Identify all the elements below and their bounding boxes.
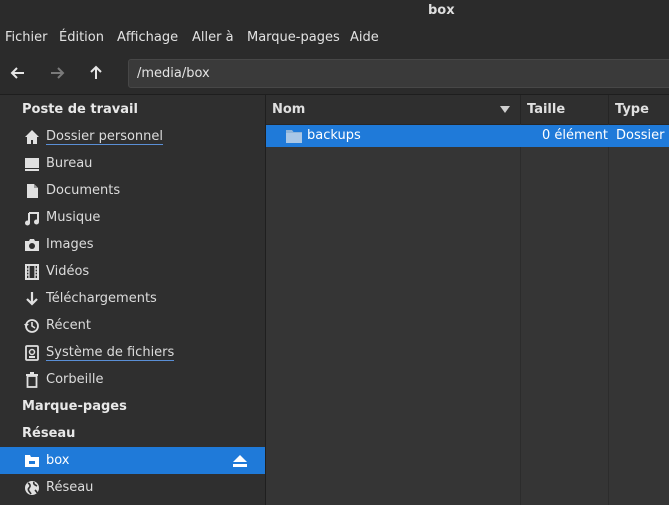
section-computer[interactable]: Poste de travail — [0, 96, 265, 123]
location-bar[interactable]: /media/box — [128, 59, 669, 88]
eject-icon[interactable] — [232, 454, 248, 468]
sidebar-item-network[interactable]: Réseau — [0, 474, 265, 501]
download-icon — [26, 292, 38, 306]
sidebar-item-label: Images — [46, 237, 94, 252]
document-icon — [27, 184, 38, 198]
sidebar-item-documents[interactable]: Documents — [0, 177, 265, 204]
menu-go[interactable]: Aller à — [192, 30, 234, 45]
sidebar-item-images[interactable]: Images — [0, 231, 265, 258]
folder-icon — [286, 130, 302, 143]
sidebar-item-filesystem[interactable]: Système de fichiers — [0, 339, 265, 366]
sidebar-item-label: box — [46, 453, 70, 468]
film-icon — [25, 264, 39, 280]
back-button[interactable] — [7, 62, 29, 84]
title-bar: box — [0, 0, 669, 24]
sidebar-item-box[interactable]: box — [0, 447, 265, 474]
sidebar-item-label: Musique — [46, 210, 101, 225]
sidebar-item-music[interactable]: Musique — [0, 204, 265, 231]
column-name[interactable]: Nom — [272, 102, 305, 117]
menu-file[interactable]: Fichier — [5, 30, 48, 45]
file-name: backups — [307, 128, 361, 143]
location-path: /media/box — [137, 66, 210, 81]
sidebar-item-label: Dossier personnel — [46, 129, 164, 145]
drive-icon — [25, 345, 39, 361]
sidebar-item-label: Corbeille — [46, 372, 104, 387]
network-drive-icon — [25, 455, 39, 467]
sort-descending-icon[interactable] — [500, 106, 510, 113]
column-size[interactable]: Taille — [527, 102, 565, 117]
file-type: Dossier — [616, 128, 665, 143]
table-row[interactable]: backups 0 élément Dossier — [266, 125, 669, 147]
menu-edit[interactable]: Édition — [59, 30, 104, 45]
menu-bar: Fichier Édition Affichage Aller à Marque… — [0, 24, 669, 52]
music-icon — [25, 212, 39, 226]
recent-icon — [24, 319, 39, 333]
sidebar-item-trash[interactable]: Corbeille — [0, 366, 265, 393]
sidebar-item-recent[interactable]: Récent — [0, 312, 265, 339]
sidebar: Poste de travail Dossier personnel Burea… — [0, 95, 266, 505]
column-divider — [608, 124, 609, 505]
sidebar-item-label: Téléchargements — [46, 291, 157, 306]
menu-bookmarks[interactable]: Marque-pages — [247, 30, 340, 45]
camera-icon — [25, 239, 39, 251]
section-label: Marque-pages — [22, 399, 127, 414]
trash-icon — [26, 372, 38, 388]
sidebar-item-videos[interactable]: Vidéos — [0, 258, 265, 285]
desktop-icon — [25, 158, 39, 171]
sidebar-item-label: Documents — [46, 183, 121, 198]
section-label: Poste de travail — [22, 102, 138, 117]
toolbar: /media/box — [0, 52, 669, 95]
column-divider[interactable] — [608, 95, 609, 124]
arrow-up-icon — [90, 65, 102, 79]
sidebar-item-downloads[interactable]: Téléchargements — [0, 285, 265, 312]
arrow-right-icon — [51, 67, 65, 79]
column-divider — [520, 124, 521, 505]
menu-view[interactable]: Affichage — [117, 30, 178, 45]
sidebar-item-label: Réseau — [46, 480, 94, 495]
column-type[interactable]: Type — [615, 102, 649, 117]
sidebar-item-home[interactable]: Dossier personnel — [0, 123, 265, 150]
column-headers: Nom Taille Type — [266, 95, 669, 125]
up-button[interactable] — [85, 62, 107, 84]
sidebar-item-label: Vidéos — [46, 264, 90, 279]
sidebar-item-label: Système de fichiers — [46, 345, 175, 361]
home-icon — [25, 130, 39, 144]
file-size: 0 élément — [542, 128, 609, 143]
section-bookmarks[interactable]: Marque-pages — [0, 393, 265, 420]
column-divider[interactable] — [520, 95, 521, 124]
file-view: Nom Taille Type backups 0 élément Dossie… — [266, 95, 669, 505]
arrow-left-icon — [10, 67, 24, 79]
section-network[interactable]: Réseau — [0, 420, 265, 447]
sidebar-item-desktop[interactable]: Bureau — [0, 150, 265, 177]
globe-icon — [25, 481, 39, 495]
section-label: Réseau — [22, 426, 76, 441]
forward-button[interactable] — [46, 62, 68, 84]
sidebar-item-label: Récent — [46, 318, 91, 333]
sidebar-item-label: Bureau — [46, 156, 93, 171]
menu-help[interactable]: Aide — [350, 30, 379, 45]
window-title: box — [428, 3, 455, 18]
